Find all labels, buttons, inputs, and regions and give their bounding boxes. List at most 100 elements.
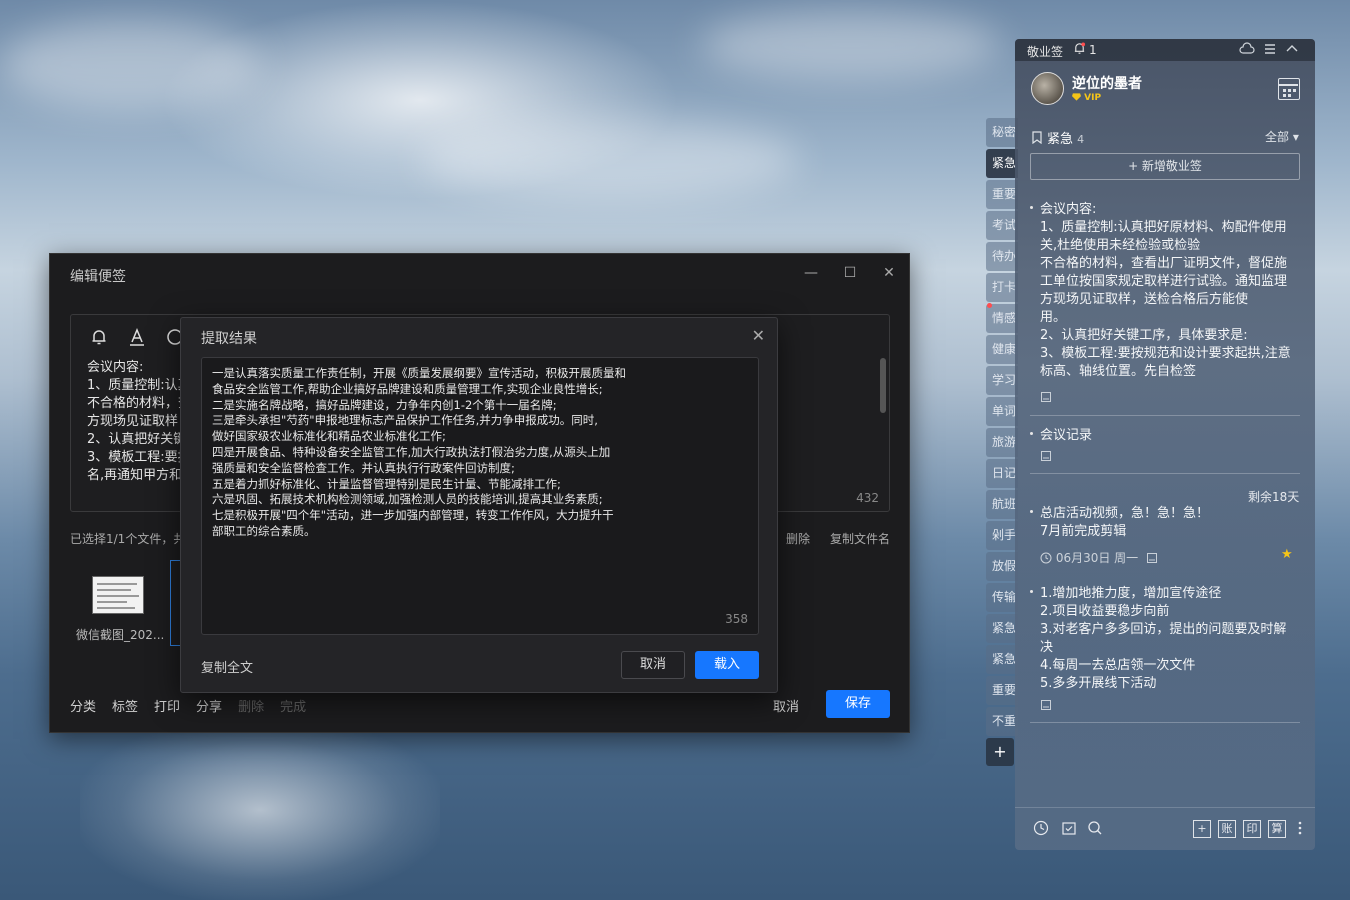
minimize-icon[interactable]: — [802,264,820,282]
sea-glow [80,720,440,900]
star-icon[interactable]: ★ [1281,547,1293,562]
calendar-icon[interactable] [1278,78,1300,100]
tab-words[interactable]: 单词 [986,397,1018,426]
extracted-char-count: 358 [725,612,748,626]
username: 逆位的墨者 [1072,76,1142,92]
bullet [1030,510,1033,513]
text-line: 1、质量控制:认真把好原材料、构配件使用 [1040,220,1287,235]
note-item[interactable]: 会议记录 [1030,427,1300,474]
copy-all-link[interactable]: 复制全文 [201,657,253,676]
checklist-icon[interactable] [1060,820,1078,838]
tab-shopping[interactable]: 剁手 [986,521,1018,550]
remaining-days: 剩余18天 [1248,490,1300,504]
divider [1030,473,1300,474]
bookmark-icon [1032,131,1042,145]
note-item[interactable]: 1.增加地推力度，增加宣传途径 2.项目收益要稳步向前 3.对老客户多多回访，提… [1030,585,1300,723]
search-icon[interactable] [1086,820,1104,838]
print-button[interactable]: 印 [1243,820,1261,838]
text-line: 3.对老客户多多回访，提出的问题要及时解 [1040,622,1287,637]
text-line: 用。 [1040,310,1067,325]
tab-health[interactable]: 健康 [986,335,1018,364]
load-button[interactable]: 载入 [695,651,759,679]
copy-filename-link[interactable]: 复制文件名 [830,530,890,547]
tab-urgent-2[interactable]: 紧急 [986,614,1018,643]
tab-exam[interactable]: 考试 [986,211,1018,240]
cloud-sync-icon[interactable] [1239,42,1255,60]
divider [1030,415,1300,416]
tab-todo[interactable]: 待办 [986,242,1018,271]
text-line: 2、认真把好关键 [87,432,183,447]
category-count: 4 [1077,133,1085,146]
more-icon[interactable] [1291,820,1309,838]
maximize-icon[interactable]: ☐ [841,264,859,282]
note-item[interactable]: 总店活动视频，急！急！急！ 7月前完成剪辑 [1030,505,1300,541]
text-line: 名,再通知甲方和 [87,468,183,483]
tab-urgent[interactable]: 紧急 [986,149,1018,178]
attachment-name: 微信截图_202... [76,628,165,642]
bullet [1030,206,1033,209]
tab-checkin[interactable]: 打卡 [986,273,1018,302]
text-line: 4.每周一去总店领一次文件 [1040,658,1196,673]
filter-dropdown[interactable]: 全部 ▾ [1265,128,1299,145]
print-button[interactable]: 打印 [154,696,180,715]
tab-diary[interactable]: 日记 [986,459,1018,488]
dialog-close-icon[interactable]: ✕ [752,326,765,345]
tab-flight[interactable]: 航班 [986,490,1018,519]
tab-travel[interactable]: 旅游 [986,428,1018,457]
account-button[interactable]: 账 [1218,820,1236,838]
unread-dot [987,303,992,308]
delete-file-link[interactable]: 删除 [786,530,810,547]
text-line: 六是巩固、拓展技术机构检测领域,加强检测人员的技能培训,提高其业务素质; [212,492,603,507]
new-note-button[interactable]: + 新增敬业签 [1030,153,1300,180]
text-line: 决 [1040,640,1054,655]
text-line: 1、质量控制:认真 [87,378,183,393]
notification-bell-icon[interactable] [1073,42,1086,58]
editor-text[interactable]: 会议内容: 1、质量控制:认真 不合格的材料，查 方现场见证取样 2、认真把好关… [87,359,183,485]
text-line: 1.增加地推力度，增加宣传途径 [1040,586,1222,601]
text-line: 3、模板工程:要按 [87,450,183,465]
tab-important-2[interactable]: 重要 [986,676,1018,705]
text-line: 一是认真落实质量工作责任制，开展《质量发展纲要》宣传活动，积极开展质量和 [212,366,626,380]
complete-button[interactable]: 完成 [280,696,306,715]
note-text: 总店活动视频，急！急！急！ 7月前完成剪辑 [1040,505,1300,541]
tab-not-important[interactable]: 不重 [986,707,1018,736]
collapse-icon[interactable] [1285,42,1299,60]
note-item[interactable]: 会议内容: 1、质量控制:认真把好原材料、构配件使用 关,杜绝使用未经检验或检验… [1030,201,1300,416]
tab-urgent-3[interactable]: 紧急 [986,645,1018,674]
share-button[interactable]: 分享 [196,696,222,715]
avatar[interactable] [1031,72,1064,105]
extracted-text: 一是认真落实质量工作责任制，开展《质量发展纲要》宣传活动，积极开展质量和 食品安… [212,366,662,540]
history-icon[interactable] [1032,820,1050,838]
attachment-thumbnail[interactable] [92,576,144,614]
editor-cancel-button[interactable]: 取消 [773,696,799,715]
menu-icon[interactable] [1263,42,1277,60]
tab-holiday[interactable]: 放假 [986,552,1018,581]
tag-button[interactable]: 标签 [112,696,138,715]
tab-secret[interactable]: 秘密 [986,118,1018,147]
note-text: 1.增加地推力度，增加宣传途径 2.项目收益要稳步向前 3.对老客户多多回访，提… [1040,585,1300,693]
delete-button[interactable]: 删除 [238,696,264,715]
tab-emotion[interactable]: 情感 [986,304,1018,333]
calculator-button[interactable]: 算 [1268,820,1286,838]
close-icon[interactable]: ✕ [880,264,898,282]
text-format-icon[interactable] [127,327,147,347]
tab-transfer[interactable]: 传输 [986,583,1018,612]
text-line: 三是牵头承担"芍药"申报地理标志产品保护工作任务,并力争申报成功。同时, [212,413,598,428]
extracted-text-area[interactable]: 一是认真落实质量工作责任制，开展《质量发展纲要》宣传活动，积极开展质量和 食品安… [201,357,759,635]
attachment-icon [1040,450,1052,465]
editor-scrollbar[interactable] [880,358,886,413]
category-button[interactable]: 分类 [70,696,96,715]
cloud [420,120,800,200]
reminder-bell-icon[interactable] [89,327,109,347]
save-button[interactable]: 保存 [826,690,890,718]
char-count: 432 [856,491,879,505]
dialog-cancel-button[interactable]: 取消 [621,651,685,679]
text-line: 七是积极开展"四个年"活动，进一步加强内部管理，转变工作作风，大力提升干 [212,508,614,523]
tab-study[interactable]: 学习 [986,366,1018,395]
clock-icon [1040,552,1052,564]
add-category-button[interactable]: + [986,738,1014,766]
tab-important[interactable]: 重要 [986,180,1018,209]
text-line: 3、模板工程:要按规范和设计要求起拱,注意 [1040,346,1291,361]
current-category: 紧急 4 [1031,128,1084,147]
add-box-button[interactable]: + [1193,820,1211,838]
